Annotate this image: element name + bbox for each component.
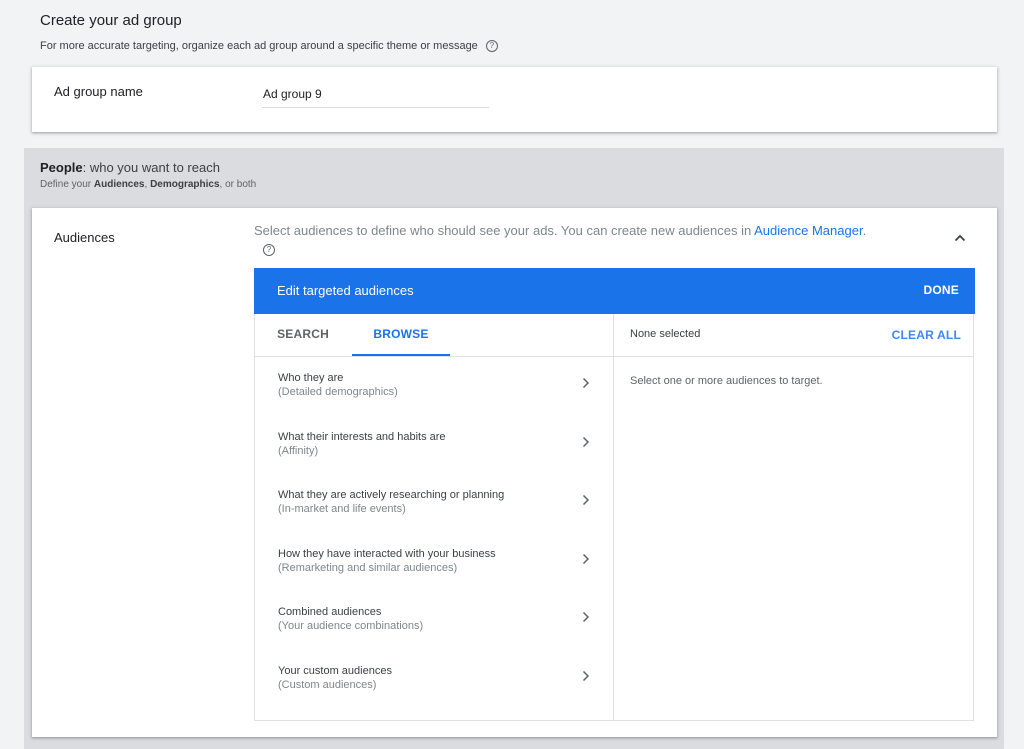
page-title: Create your ad group [40,12,182,29]
page-subtitle-text: For more accurate targeting, organize ea… [40,40,478,52]
selection-header: None selected CLEAR ALL [614,314,973,357]
chevron-right-icon [582,670,590,681]
selection-status: None selected [630,328,701,340]
page-subtitle: For more accurate targeting, organize ea… [40,40,498,52]
audiences-description-end: . [862,223,867,238]
audiences-card: Audiences Select audiences to define who… [32,208,997,737]
people-title-rest: : who you want to reach [82,160,220,175]
category-item[interactable]: What they are actively researching or pl… [255,474,613,533]
panel-header: Edit targeted audiences DONE [254,268,975,314]
selection-column: None selected CLEAR ALL Select one or mo… [614,314,973,720]
chevron-right-icon [582,553,590,564]
ad-group-name-card: Ad group name [32,67,997,132]
people-sub-prefix: Define your [40,179,94,190]
clear-all-button[interactable]: CLEAR ALL [892,328,961,342]
tab-browse[interactable]: BROWSE [352,314,450,356]
collapse-button[interactable] [950,228,970,248]
done-button[interactable]: DONE [924,283,959,297]
people-section-title: People: who you want to reach [40,160,220,175]
category-item[interactable]: Your custom audiences (Custom audiences) [255,650,613,709]
help-circle-icon[interactable]: ? [263,243,275,256]
category-subtitle: (Custom audiences) [278,678,377,691]
chevron-up-icon [954,234,966,242]
browse-column: SEARCH BROWSE Who they are (Detailed demo… [255,314,614,720]
chevron-right-icon [582,611,590,623]
category-subtitle: (Affinity) [278,444,319,457]
category-item[interactable]: What their interests and habits are (Affi… [255,416,613,475]
category-item[interactable]: Combined audiences (Your audience combina… [255,591,613,650]
people-sub-demographics: Demographics [150,179,220,190]
category-subtitle: (Remarketing and similar audiences) [278,561,458,574]
category-item[interactable]: Who they are (Detailed demographics) [255,357,613,416]
tab-bar: SEARCH BROWSE [255,314,613,357]
chevron-right-icon [582,494,590,506]
chevron-right-icon [582,436,590,447]
people-sub-suffix: , or both [219,179,257,190]
ad-group-name-label: Ad group name [54,84,143,99]
category-list: Who they are (Detailed demographics) What … [255,357,613,708]
category-subtitle: (Your audience combinations) [278,620,424,632]
audience-manager-link[interactable]: Audience Manager [754,223,862,238]
category-title: Your custom audiences [278,664,392,677]
people-title-bold: People [40,160,83,175]
category-item[interactable]: How they have interacted with your busin… [255,533,613,592]
category-title: Who they are [278,372,344,384]
chevron-right-icon [582,377,590,389]
category-subtitle: (In-market and life events) [278,503,406,515]
category-title: Combined audiences [278,606,382,618]
audience-editor-panel: Edit targeted audiences DONE SEARCH BROW… [254,268,975,721]
category-subtitle: (Detailed demographics) [278,386,398,398]
panel-title: Edit targeted audiences [277,283,414,298]
help-circle-icon[interactable]: ? [485,40,498,52]
audiences-description: Select audiences to define who should se… [254,222,934,258]
selection-hint: Select one or more audiences to target. [630,375,823,387]
category-title: What their interests and habits are [278,430,446,443]
ad-group-name-input[interactable] [262,81,489,108]
people-sub-audiences: Audiences [93,179,145,190]
people-section-subtitle: Define your Audiences, Demographics, or … [40,179,256,190]
category-title: What they are actively researching or pl… [278,489,505,501]
tab-search[interactable]: SEARCH [265,314,341,355]
audiences-label: Audiences [54,230,115,245]
category-title: How they have interacted with your busin… [278,547,496,560]
audiences-description-text: Select audiences to define who should se… [254,223,755,238]
